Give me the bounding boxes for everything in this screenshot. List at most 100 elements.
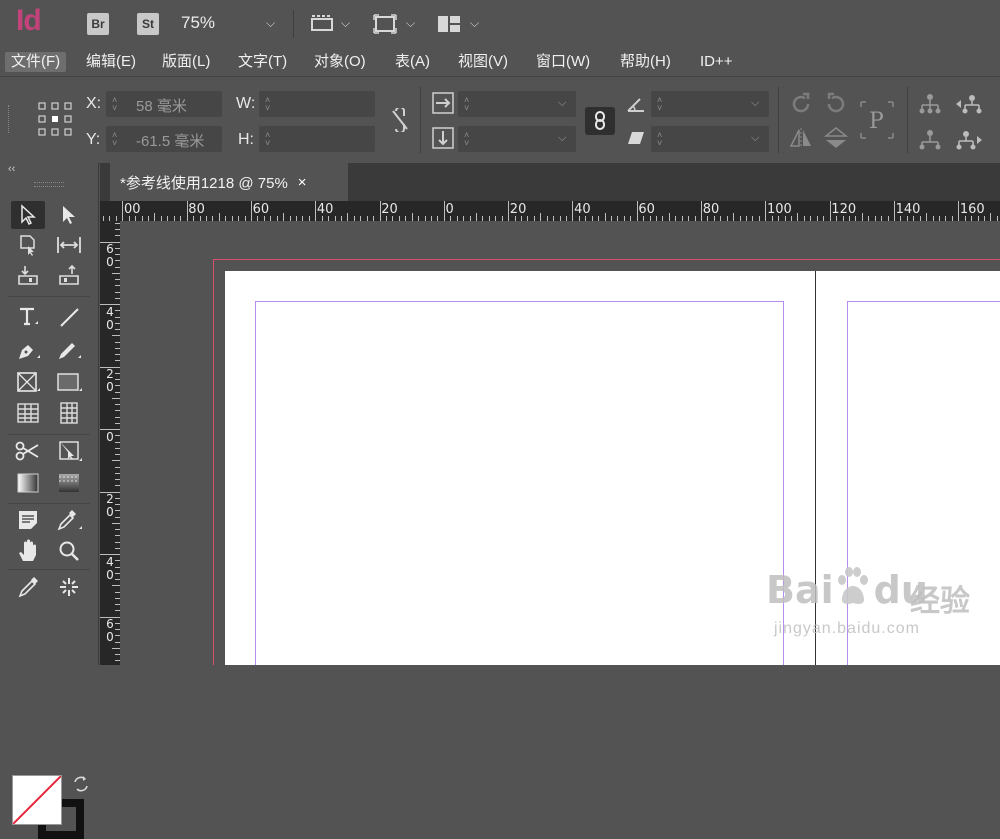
scale-y-field[interactable]: ˄ ˅ ⌵ <box>458 126 576 152</box>
stock-button[interactable]: St <box>137 13 159 35</box>
table-columns-icon[interactable] <box>52 399 86 427</box>
rotate-stepper-icon[interactable]: ˄ ˅ <box>657 96 662 113</box>
menu-object[interactable]: 对象(O) <box>308 52 372 72</box>
rotate-clockwise-icon[interactable] <box>788 91 814 117</box>
gradient-swatch-tool-icon[interactable] <box>11 469 45 497</box>
shear-dropdown-icon[interactable]: ⌵ <box>751 132 759 145</box>
pencil-tool-icon[interactable] <box>52 337 86 365</box>
scale-y-dropdown-icon[interactable]: ⌵ <box>558 132 566 145</box>
menu-table[interactable]: 表(A) <box>389 52 436 72</box>
panel-grip[interactable] <box>8 105 12 133</box>
x-label: X: <box>86 95 102 112</box>
flip-horizontal-icon[interactable] <box>788 127 814 149</box>
divider <box>8 434 90 435</box>
select-next-object-icon[interactable] <box>955 129 983 151</box>
page-tool-icon[interactable] <box>11 231 45 259</box>
menu-help[interactable]: 帮助(H) <box>614 52 677 72</box>
note-tool-icon[interactable] <box>11 506 45 534</box>
flip-vertical-icon[interactable] <box>823 127 849 149</box>
table-rows-icon[interactable] <box>11 399 45 427</box>
menu-idplus[interactable]: ID++ <box>694 52 739 72</box>
control-panel: X: ˄ ˅ 58 毫米 Y: ˄ ˅ -61.5 毫米 W: ˄ ˅ H: ˄ ˅ ˄… <box>0 77 1000 164</box>
scale-y-stepper-icon[interactable]: ˄ ˅ <box>464 131 469 148</box>
y-stepper-icon[interactable]: ˄ ˅ <box>112 131 117 148</box>
menu-file[interactable]: 文件(F) <box>5 52 67 72</box>
shear-field[interactable]: ˄ ˅ ⌵ <box>651 126 769 152</box>
screen-mode-chevron-down-icon[interactable]: ⌵ <box>406 16 415 31</box>
free-transform-tool-icon[interactable] <box>52 437 86 465</box>
constrain-proportions-icon[interactable] <box>388 107 412 133</box>
w-stepper-icon[interactable]: ˄ ˅ <box>265 96 270 113</box>
rectangle-frame-tool-icon[interactable] <box>11 368 45 396</box>
magic-wand-icon[interactable] <box>52 573 86 601</box>
ruler-tick <box>926 213 927 221</box>
view-options-chevron-down-icon[interactable]: ⌵ <box>341 16 350 31</box>
direct-selection-tool-icon[interactable] <box>52 201 86 229</box>
color-theme-tool-icon[interactable] <box>11 573 45 601</box>
menu-window[interactable]: 窗口(W) <box>530 52 596 72</box>
tools-panel: ‹‹ <box>0 163 99 839</box>
fill-swatch[interactable] <box>12 775 62 825</box>
ruler-tick <box>100 366 120 368</box>
hand-tool-icon[interactable] <box>11 537 45 565</box>
select-container-icon[interactable] <box>918 93 942 115</box>
x-field[interactable]: ˄ ˅ 58 毫米 <box>106 91 222 117</box>
x-stepper-icon[interactable]: ˄ ˅ <box>112 96 117 113</box>
gap-tool-icon[interactable] <box>52 231 86 259</box>
y-value: -61.5 毫米 <box>136 133 205 150</box>
collapse-panel-icon[interactable]: ‹‹ <box>8 163 15 175</box>
ruler-tick <box>100 554 120 555</box>
line-tool-icon[interactable] <box>52 303 86 331</box>
content-collector-icon[interactable] <box>11 261 45 289</box>
rotate-field[interactable]: ˄ ˅ ⌵ <box>651 91 769 117</box>
horizontal-ruler[interactable]: 00 80 60 40 20 0 20 40 60 80 100 120 140 160 <box>100 201 1000 221</box>
close-icon[interactable]: × <box>298 174 307 191</box>
ruler-tick <box>733 213 735 221</box>
arrange-chevron-down-icon[interactable]: ⌵ <box>470 16 479 31</box>
vertical-ruler[interactable]: 6040200204060 <box>100 221 120 665</box>
view-options-icon[interactable] <box>310 14 334 32</box>
ruler-tick <box>572 201 574 221</box>
shear-stepper-icon[interactable]: ˄ ˅ <box>657 131 662 148</box>
type-tool-icon[interactable] <box>11 303 45 331</box>
screen-mode-icon[interactable] <box>373 14 397 34</box>
rectangle-tool-icon[interactable] <box>52 368 86 396</box>
pen-tool-icon[interactable] <box>11 337 45 365</box>
menu-layout[interactable]: 版面(L) <box>156 52 216 72</box>
panel-grip[interactable] <box>34 182 64 187</box>
menu-edit[interactable]: 编辑(E) <box>80 52 142 72</box>
scale-x-stepper-icon[interactable]: ˄ ˅ <box>464 96 469 113</box>
rotate-counterclockwise-icon[interactable] <box>823 91 849 117</box>
bridge-button[interactable]: Br <box>87 13 109 35</box>
zoom-level[interactable]: 75% <box>181 13 215 33</box>
reference-point-icon[interactable] <box>38 102 72 136</box>
select-previous-object-icon[interactable] <box>955 93 983 115</box>
gradient-feather-tool-icon[interactable] <box>52 469 86 497</box>
scale-x-dropdown-icon[interactable]: ⌵ <box>558 97 566 110</box>
ruler-tick <box>112 647 120 649</box>
constrain-scale-button[interactable] <box>585 107 615 135</box>
selection-tool-icon[interactable] <box>11 201 45 229</box>
menu-view[interactable]: 视图(V) <box>452 52 514 72</box>
h-stepper-icon[interactable]: ˄ ˅ <box>265 131 270 148</box>
zoom-tool-icon[interactable] <box>52 537 86 565</box>
y-field[interactable]: ˄ ˅ -61.5 毫米 <box>106 126 222 152</box>
scale-x-field[interactable]: ˄ ˅ ⌵ <box>458 91 576 117</box>
document-tab[interactable]: *参考线使用1218 @ 75% × <box>110 163 348 201</box>
ruler-tick <box>411 213 413 221</box>
ruler-label: 00 <box>124 202 141 217</box>
swap-fill-stroke-icon[interactable] <box>72 775 90 793</box>
ruler-tick <box>379 201 381 221</box>
content-placer-icon[interactable] <box>52 261 86 289</box>
select-content-icon[interactable] <box>918 129 942 151</box>
zoom-chevron-down-icon[interactable]: ⌵ <box>266 16 275 31</box>
eyedropper-tool-icon[interactable] <box>52 506 86 534</box>
indesign-logo: Id <box>16 4 42 37</box>
ruler-label: 60 <box>638 202 655 217</box>
rotate-dropdown-icon[interactable]: ⌵ <box>751 97 759 110</box>
menu-type[interactable]: 文字(T) <box>232 52 293 72</box>
arrange-documents-icon[interactable] <box>437 15 461 33</box>
scissors-tool-icon[interactable] <box>11 437 45 465</box>
h-field[interactable]: ˄ ˅ <box>259 126 375 152</box>
w-field[interactable]: ˄ ˅ <box>259 91 375 117</box>
